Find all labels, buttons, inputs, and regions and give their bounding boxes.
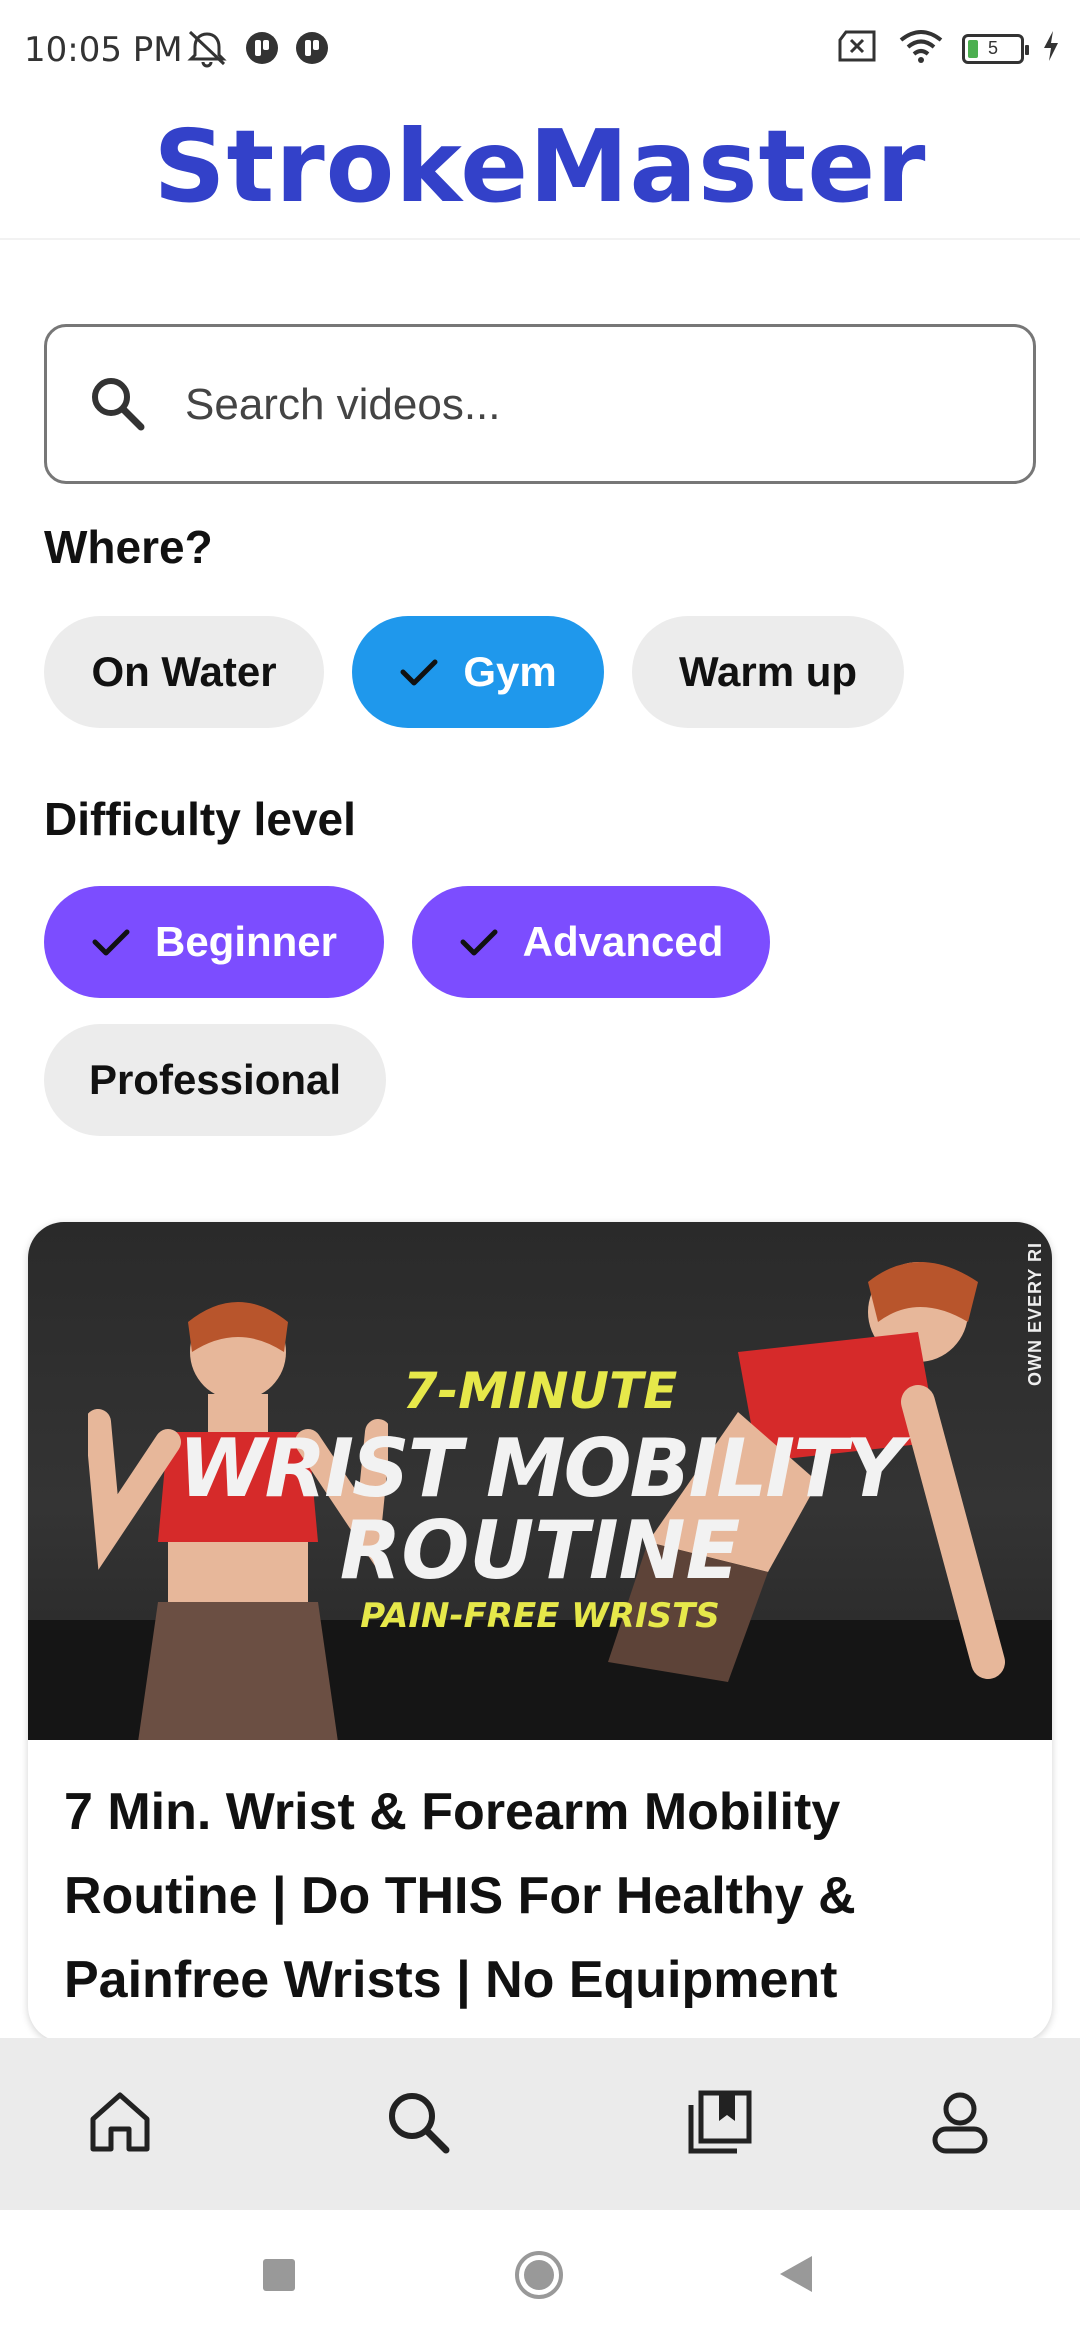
nav-search[interactable] <box>370 2076 466 2172</box>
check-icon <box>399 656 439 688</box>
search-icon <box>87 373 147 438</box>
difficulty-label: Difficulty level <box>44 793 356 845</box>
home-icon <box>85 2087 155 2162</box>
nav-home[interactable] <box>72 2076 168 2172</box>
battery-icon: 5 <box>962 33 1029 64</box>
sim-error-icon <box>836 28 880 69</box>
chip-label: Warm up <box>678 648 858 695</box>
video-thumbnail[interactable]: 7-MINUTE WRIST MOBILITY ROUTINE PAIN-FRE… <box>28 1222 1052 1740</box>
search-bar[interactable] <box>44 324 1036 484</box>
search-icon <box>383 2087 453 2162</box>
chip-gym[interactable]: Gym <box>352 616 604 728</box>
video-card[interactable]: 7-MINUTE WRIST MOBILITY ROUTINE PAIN-FRE… <box>28 1222 1052 2042</box>
back-icon[interactable] <box>778 2254 814 2299</box>
header-divider <box>0 238 1080 240</box>
chip-label: Beginner <box>154 918 338 965</box>
chip-label: Gym <box>463 648 557 695</box>
status-time: 10:05 PM <box>24 30 183 70</box>
app-title: StrokeMaster <box>153 108 927 225</box>
chip-warm-up[interactable]: Warm up <box>632 616 904 728</box>
profile-icon <box>925 2087 995 2162</box>
where-label: Where? <box>44 521 213 573</box>
chip-label: On Water <box>91 648 277 695</box>
chip-beginner[interactable]: Beginner <box>44 886 384 998</box>
thumbnail-side-text: OWN EVERY RI <box>1025 1242 1045 1387</box>
status-bar: 10:05 PM 5 <box>0 0 1080 100</box>
chip-label: Professional <box>88 1056 342 1103</box>
thumbnail-text-line2: WRIST MOBILITY <box>178 1422 903 1515</box>
charging-icon <box>1042 29 1060 68</box>
thumbnail-text-line4: PAIN-FREE WRISTS <box>360 1596 720 1636</box>
chip-on-water[interactable]: On Water <box>44 616 324 728</box>
video-title[interactable]: 7 Min. Wrist & Forearm Mobility Routine … <box>64 1770 1004 2022</box>
chip-advanced[interactable]: Advanced <box>412 886 770 998</box>
nav-bookmarks[interactable] <box>672 2076 768 2172</box>
thumbnail-text-line1: 7-MINUTE <box>402 1362 678 1420</box>
thumbnail-text-line3: ROUTINE <box>339 1504 741 1597</box>
app-notification-icon <box>294 30 330 71</box>
check-icon <box>91 926 131 958</box>
wifi-icon <box>898 28 944 69</box>
battery-level: 5 <box>987 38 998 58</box>
chip-label: Advanced <box>522 918 724 965</box>
bookmarks-icon <box>685 2087 755 2162</box>
search-input[interactable] <box>183 327 987 483</box>
recents-icon[interactable] <box>262 2258 296 2297</box>
home-circle-icon[interactable] <box>514 2250 564 2305</box>
mute-icon <box>184 28 230 73</box>
nav-profile[interactable] <box>912 2076 1008 2172</box>
app-notification-icon <box>244 30 280 71</box>
check-icon <box>459 926 499 958</box>
bottom-nav <box>0 2038 1080 2210</box>
chip-professional[interactable]: Professional <box>44 1024 386 1136</box>
system-nav-bar <box>0 2210 1080 2340</box>
